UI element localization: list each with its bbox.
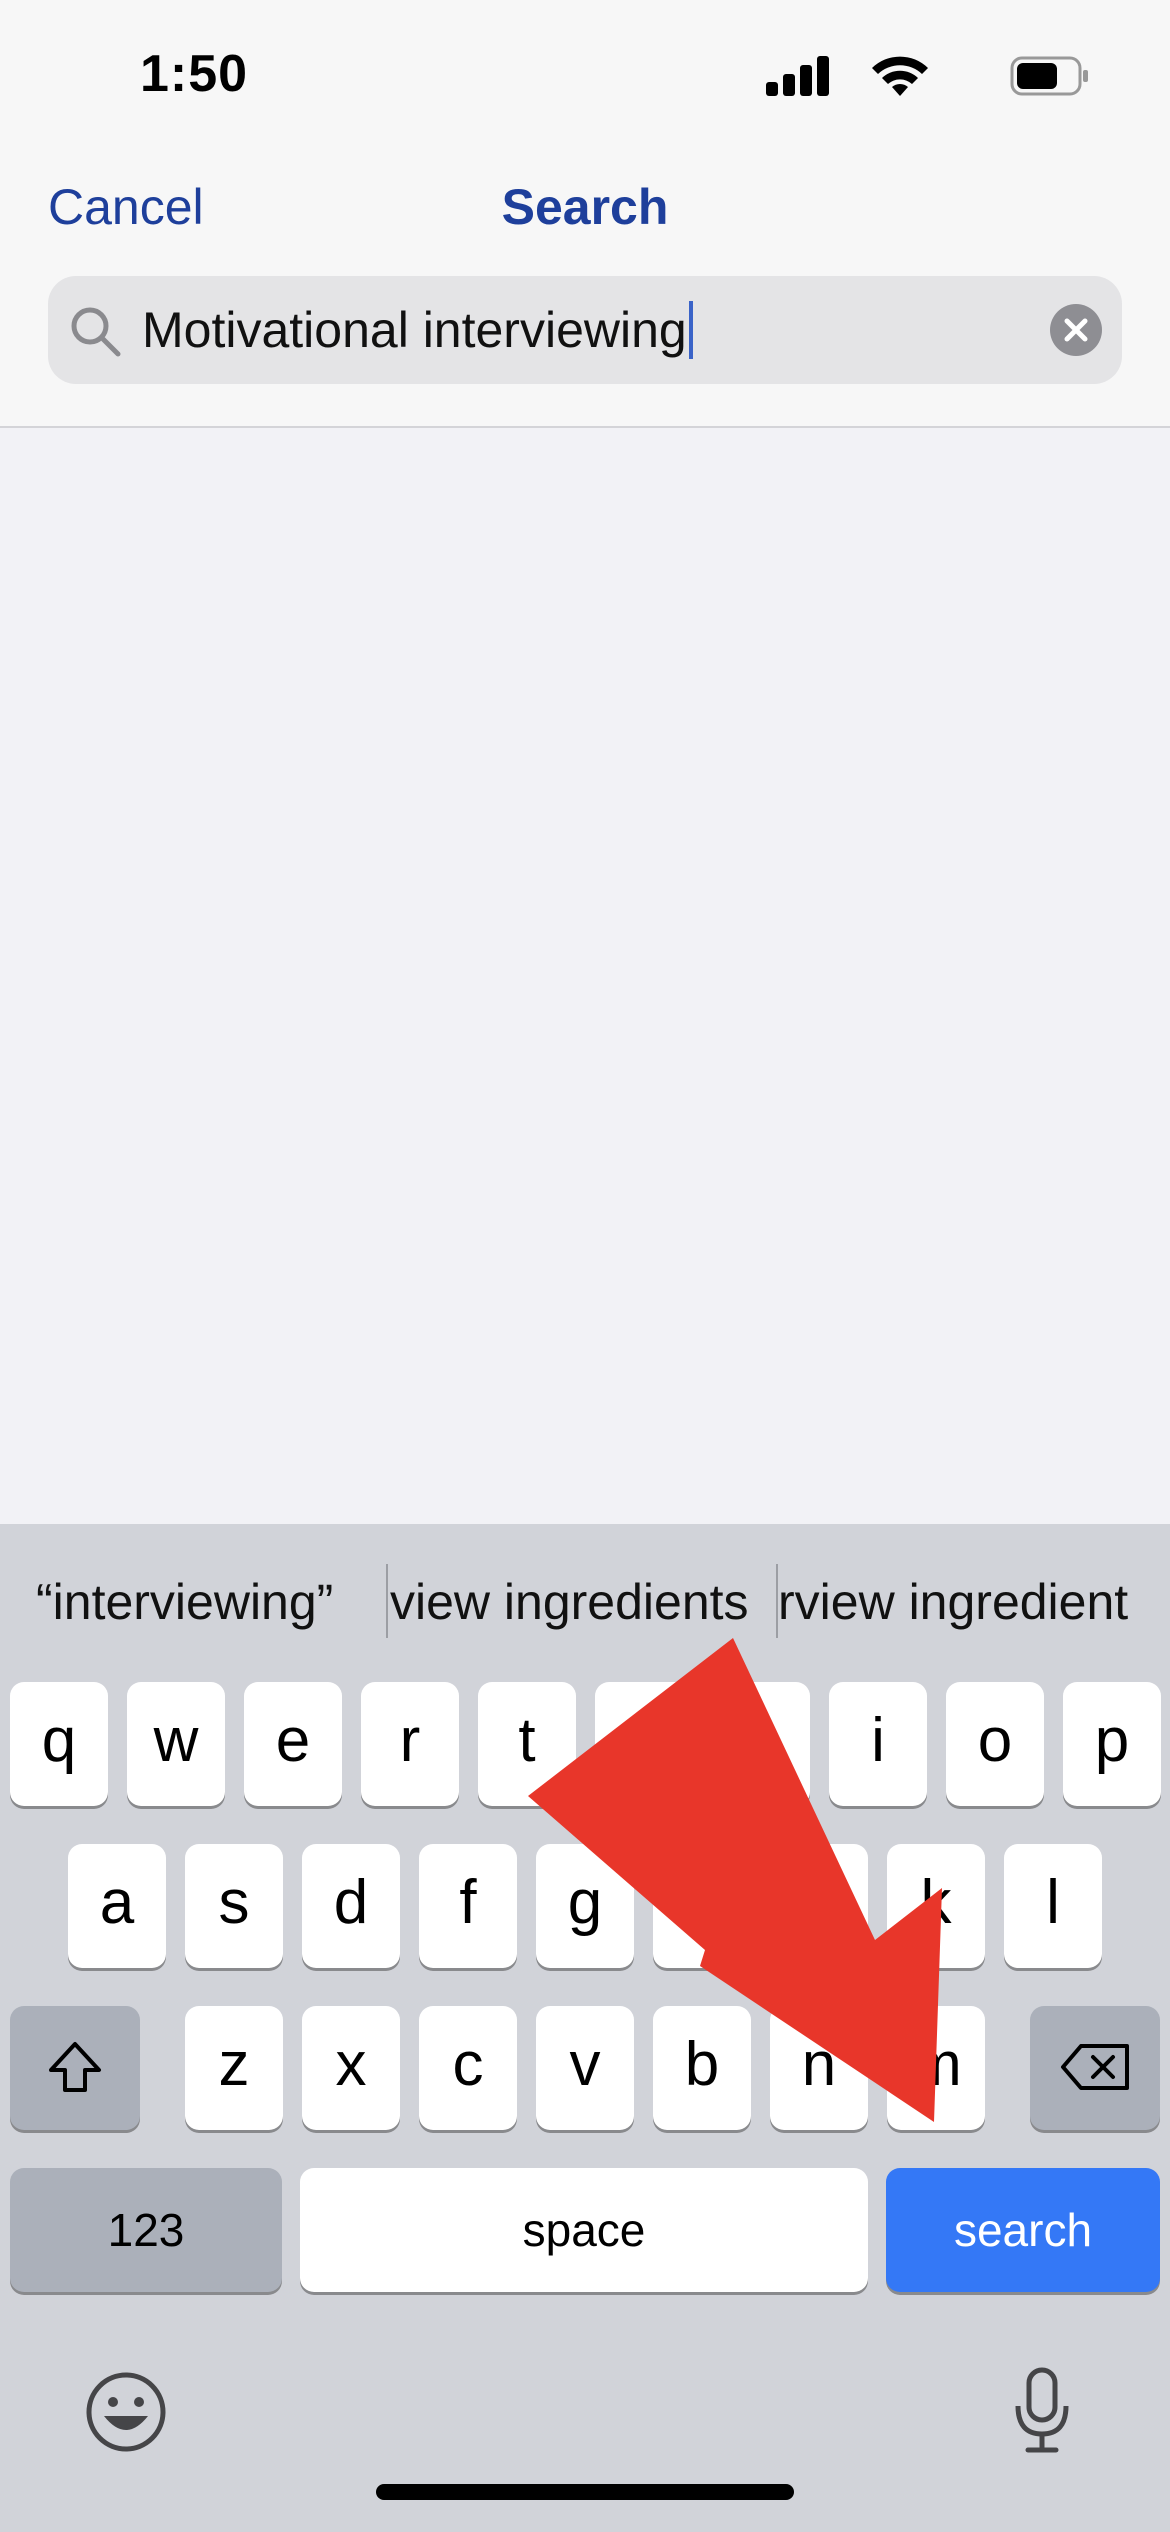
key-j[interactable]: j — [770, 1844, 868, 1968]
suggestion-bar: “interviewing” view ingredients rview in… — [0, 1524, 1170, 1674]
delete-key[interactable] — [1030, 2006, 1160, 2130]
key-l[interactable]: l — [1004, 1844, 1102, 1968]
key-u[interactable]: u — [712, 1682, 810, 1806]
key-t[interactable]: t — [478, 1682, 576, 1806]
key-v[interactable]: v — [536, 2006, 634, 2130]
key-x[interactable]: x — [302, 2006, 400, 2130]
header: 1:50 Cancel Search Motivational intervie… — [0, 0, 1170, 428]
key-q[interactable]: q — [10, 1682, 108, 1806]
suggestion-item[interactable]: rview ingredient — [778, 1572, 1170, 1632]
key-o[interactable]: o — [946, 1682, 1044, 1806]
key-m[interactable]: m — [887, 2006, 985, 2130]
suggestion-item[interactable]: “interviewing” — [36, 1572, 366, 1632]
key-s[interactable]: s — [185, 1844, 283, 1968]
microphone-icon[interactable] — [1012, 2366, 1072, 2456]
search-bar[interactable]: Motivational interviewing — [48, 276, 1122, 384]
numbers-key[interactable]: 123 — [10, 2168, 282, 2292]
battery-icon — [1010, 56, 1088, 96]
signal-icon — [766, 56, 830, 96]
key-k[interactable]: k — [887, 1844, 985, 1968]
search-icon — [71, 307, 121, 357]
clear-search-button[interactable] — [1050, 304, 1102, 356]
key-b[interactable]: b — [653, 2006, 751, 2130]
key-w[interactable]: w — [127, 1682, 225, 1806]
key-r[interactable]: r — [361, 1682, 459, 1806]
shift-icon — [49, 2042, 101, 2092]
suggestion-item[interactable]: view ingredients — [390, 1572, 762, 1632]
key-z[interactable]: z — [185, 2006, 283, 2130]
close-icon — [1064, 318, 1088, 342]
key-f[interactable]: f — [419, 1844, 517, 1968]
text-caret — [688, 300, 693, 359]
home-indicator — [376, 2484, 794, 2500]
delete-icon — [1061, 2044, 1129, 2090]
key-g[interactable]: g — [536, 1844, 634, 1968]
wifi-icon — [872, 56, 928, 96]
suggestion-divider — [386, 1564, 388, 1638]
key-a[interactable]: a — [68, 1844, 166, 1968]
key-p[interactable]: p — [1063, 1682, 1161, 1806]
cancel-button[interactable]: Cancel — [48, 178, 204, 236]
key-h[interactable]: h — [653, 1844, 751, 1968]
key-d[interactable]: d — [302, 1844, 400, 1968]
status-icons — [750, 52, 1090, 102]
keyboard: “interviewing” view ingredients rview in… — [0, 1524, 1170, 2532]
key-i[interactable]: i — [829, 1682, 927, 1806]
key-e[interactable]: e — [244, 1682, 342, 1806]
emoji-icon[interactable] — [84, 2370, 168, 2454]
search-key[interactable]: search — [886, 2168, 1160, 2292]
results-area — [0, 430, 1170, 1524]
search-input-value: Motivational interviewing — [142, 302, 687, 358]
space-key[interactable]: space — [300, 2168, 868, 2292]
status-time: 1:50 — [140, 45, 249, 103]
key-n[interactable]: n — [770, 2006, 868, 2130]
key-y[interactable]: y — [595, 1682, 693, 1806]
search-input[interactable]: Motivational interviewing — [142, 292, 1042, 368]
shift-key[interactable] — [10, 2006, 140, 2130]
key-c[interactable]: c — [419, 2006, 517, 2130]
